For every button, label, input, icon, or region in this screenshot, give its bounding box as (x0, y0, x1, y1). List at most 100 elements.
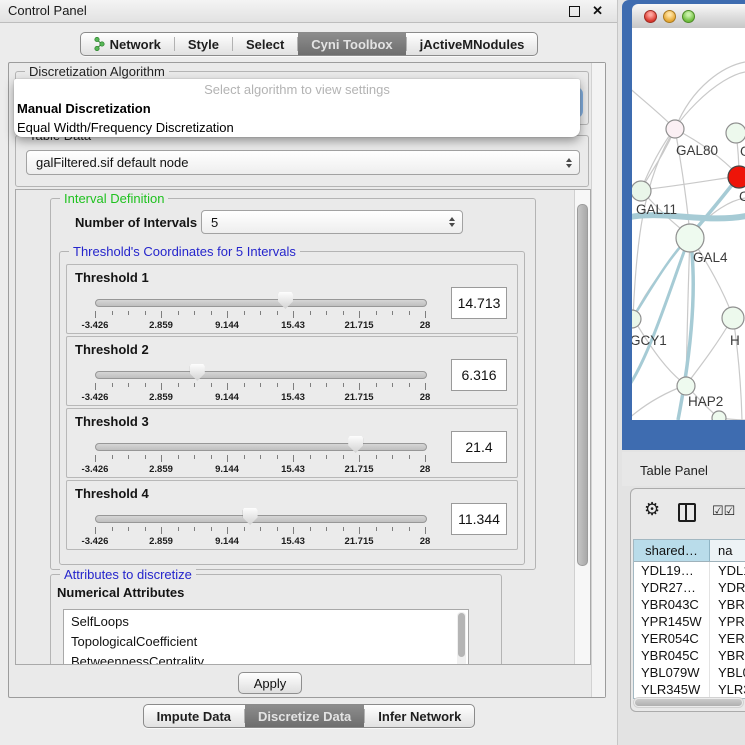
control-panel-titlebar: Control Panel ✕ (0, 0, 617, 23)
node-label: GCY1 (632, 333, 667, 348)
tab-network[interactable]: Network (81, 33, 174, 55)
cell-name: YBL0 (710, 664, 745, 681)
tab-infer-network[interactable]: Infer Network (365, 705, 474, 727)
tick-label: -3.426 (73, 320, 117, 331)
node-partial-bottom[interactable] (712, 411, 726, 420)
settings-scrollbar-thumb[interactable] (577, 204, 588, 566)
cell-shared-name: YER054C (634, 630, 710, 647)
tick-mark (310, 311, 311, 315)
tick-mark (128, 383, 129, 387)
tab-discretize-data[interactable]: Discretize Data (245, 705, 364, 727)
float-window-icon[interactable] (569, 6, 580, 17)
column-header-name[interactable]: na (710, 540, 745, 561)
table-data-combobox[interactable]: galFiltered.sif default node (26, 150, 580, 175)
table-row[interactable]: YBR043CYBR0 (634, 596, 745, 613)
top-tab-strip: Network Style Select Cyni Toolbox jActiveMNo… (80, 32, 539, 56)
table-hscrollbar-track[interactable] (633, 697, 744, 708)
panel-scrollbar-track[interactable] (591, 63, 605, 697)
tick-mark (409, 527, 410, 531)
table-row[interactable]: YER054CYER0 (634, 630, 745, 647)
table-row[interactable]: YLR345WYLR3 (634, 681, 745, 698)
tick-mark (244, 383, 245, 387)
threshold-value-field[interactable]: 11.344 (451, 503, 507, 535)
table-row[interactable]: YDL19…YDL1 (634, 562, 745, 579)
minimize-traffic-light-icon[interactable] (663, 10, 676, 23)
zoom-traffic-light-icon[interactable] (682, 10, 695, 23)
list-item-topologicalcoefficient[interactable]: TopologicalCoefficient (64, 632, 468, 652)
cell-shared-name: YBR043C (634, 596, 710, 613)
threshold-value-field[interactable]: 21.4 (451, 431, 507, 463)
tick-mark (178, 527, 179, 531)
tab-jactivemnodules[interactable]: jActiveMNodules (407, 33, 538, 55)
node-selected-red[interactable] (728, 166, 745, 188)
combo-stepper-icon (566, 151, 572, 174)
table-panel-title: Table Panel (622, 452, 745, 486)
tick-label: 15.43 (271, 464, 315, 475)
table-hscrollbar-thumb[interactable] (635, 699, 742, 706)
dropdown-option-equal-width-frequency-discretization[interactable]: Equal Width/Frequency Discretization (14, 118, 580, 137)
tick-mark (194, 383, 195, 387)
cell-name: YBR0 (710, 647, 745, 664)
list-item-selfloops[interactable]: SelfLoops (64, 612, 468, 632)
node-hap2[interactable] (677, 377, 695, 395)
node-gal80[interactable] (666, 120, 684, 138)
apply-button[interactable]: Apply (238, 672, 302, 694)
tick-label: 28 (403, 392, 447, 403)
tick-label: 21.715 (337, 464, 381, 475)
node-gal4[interactable] (676, 224, 704, 252)
node-label: C (739, 189, 745, 204)
tab-select[interactable]: Select (233, 33, 297, 55)
tab-style[interactable]: Style (175, 33, 232, 55)
numerical-attributes-label: Numerical Attributes (57, 585, 184, 600)
tab-label: Style (188, 37, 219, 52)
list-scrollbar-thumb[interactable] (458, 613, 465, 657)
cell-shared-name: YBL079W (634, 664, 710, 681)
slider-track[interactable] (95, 299, 427, 307)
close-traffic-light-icon[interactable] (644, 10, 657, 23)
algorithm-dropdown-popup: Select algorithm to view settings Manual… (14, 79, 580, 137)
column-header-shared-name[interactable]: shared… (634, 540, 710, 561)
dropdown-option-manual-discretization[interactable]: Manual Discretization (14, 99, 580, 118)
number-of-intervals-label: Number of Intervals (75, 215, 197, 230)
node-table: shared… na YDL19…YDL1YDR27…YDR2YBR043CYB… (633, 539, 745, 699)
tab-label: Cyni Toolbox (311, 37, 392, 52)
slider-track[interactable] (95, 371, 427, 379)
dropdown-prompt[interactable]: Select algorithm to view settings (14, 81, 580, 99)
tick-mark (95, 527, 96, 534)
tick-mark (277, 383, 278, 387)
column-layout-icon[interactable] (678, 503, 696, 522)
close-icon[interactable]: ✕ (592, 3, 603, 18)
table-row[interactable]: YBR045CYBR0 (634, 647, 745, 664)
tab-impute-data[interactable]: Impute Data (144, 705, 244, 727)
tick-mark (244, 455, 245, 459)
node-gcy1[interactable] (632, 310, 641, 328)
table-row[interactable]: YDR27…YDR2 (634, 579, 745, 596)
threshold-value-field[interactable]: 14.713 (451, 287, 507, 319)
threshold-value-field[interactable]: 6.316 (451, 359, 507, 391)
tick-mark (95, 455, 96, 462)
number-of-intervals-combobox[interactable]: 5 (201, 210, 463, 234)
attributes-group-title: Attributes to discretize (60, 567, 196, 582)
list-scrollbar-track[interactable] (457, 612, 466, 665)
node-partial-h[interactable] (722, 307, 744, 329)
tab-cyni-toolbox[interactable]: Cyni Toolbox (298, 33, 405, 55)
cell-name: YBR0 (710, 596, 745, 613)
node-partial-top[interactable] (726, 123, 745, 143)
tick-mark (376, 311, 377, 315)
table-row[interactable]: YPR145WYPR1 (634, 613, 745, 630)
gear-icon[interactable]: ⚙ (644, 499, 660, 520)
table-row[interactable]: YBL079WYBL0 (634, 664, 745, 681)
slider-track[interactable] (95, 515, 427, 523)
tick-mark (359, 383, 360, 390)
list-item-betweennesscentrality[interactable]: BetweennessCentrality (64, 652, 468, 665)
node-gal11[interactable] (632, 181, 651, 201)
tick-mark (425, 527, 426, 534)
tick-label: 28 (403, 320, 447, 331)
threshold-label: Threshold 3 (75, 414, 149, 429)
network-canvas[interactable]: GAL80 G. GAL11 C GAL4 GCY1 H HAP2 (632, 28, 745, 420)
select-columns-icon[interactable]: ☑☑ (712, 503, 735, 519)
tick-mark (343, 527, 344, 531)
settings-scrollbar-track[interactable] (574, 190, 590, 664)
slider-track[interactable] (95, 443, 427, 451)
tick-label: 9.144 (205, 536, 249, 547)
